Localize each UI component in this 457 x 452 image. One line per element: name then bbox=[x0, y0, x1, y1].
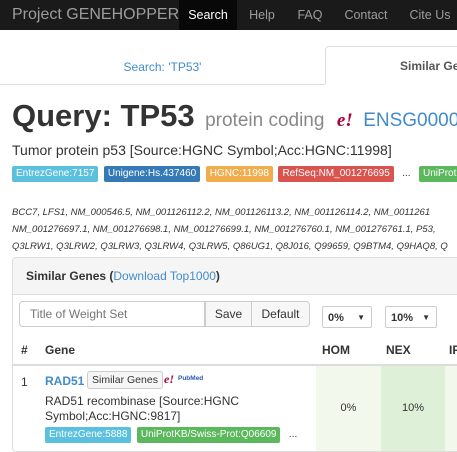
ensembl-link-icon[interactable]: e! bbox=[164, 372, 174, 387]
navbar: Project GENEHOPPER Search Help FAQ Conta… bbox=[0, 0, 457, 30]
query-heading: Query: TP53 protein coding e! ENSG00000 bbox=[12, 98, 457, 134]
default-button[interactable]: Default bbox=[251, 301, 310, 327]
nav-help[interactable]: Help bbox=[239, 0, 285, 30]
table-row: 1 RAD51 Similar Genes e! PubMed RAD51 re… bbox=[13, 366, 457, 451]
synonyms-line: BCC7, LFS1, NM_000546.5, NM_001126112.2,… bbox=[12, 207, 431, 218]
ensembl-id-link[interactable]: ENSG00000 bbox=[363, 110, 457, 131]
panel-title-text: Similar Genes bbox=[26, 269, 107, 283]
tab-search[interactable]: Search: 'TP53' bbox=[0, 50, 325, 84]
hom-weight-value: 0% bbox=[328, 312, 344, 324]
nav-faq[interactable]: FAQ bbox=[287, 0, 333, 30]
table-header: # Gene HOM NEX IP bbox=[13, 338, 457, 366]
synonyms-line: Q3LRW1, Q3LRW2, Q3LRW3, Q3LRW4, Q3LRW5, … bbox=[12, 241, 448, 252]
gene-link[interactable]: RAD51 bbox=[45, 374, 84, 388]
badge-more[interactable]: ... bbox=[286, 427, 300, 443]
badge-entrezgene[interactable]: EntrezGene:5888 bbox=[45, 427, 132, 443]
column-header-gene[interactable]: Gene bbox=[45, 343, 75, 357]
page-title: Query: TP53 bbox=[12, 98, 195, 133]
badge-uniprot[interactable]: UniProtKB bbox=[419, 166, 457, 182]
badge-refseq[interactable]: RefSeq:NM_001276695 bbox=[278, 166, 394, 182]
row-badges: EntrezGene:5888 UniProtKB/Swiss-Prot:Q06… bbox=[45, 427, 301, 445]
synonyms-line: NM_001276697.1, NM_001276698.1, NM_00127… bbox=[12, 224, 436, 235]
badge-more[interactable]: ... bbox=[399, 166, 413, 182]
panel-title: Similar Genes (Download Top1000) bbox=[26, 269, 220, 283]
weight-set-title-input[interactable] bbox=[19, 301, 205, 327]
similar-genes-button[interactable]: Similar Genes bbox=[87, 371, 163, 389]
panel-header: Similar Genes (Download Top1000) bbox=[13, 258, 457, 295]
row-rank: 1 bbox=[21, 375, 28, 389]
chevron-down-icon: ▼ bbox=[422, 313, 430, 322]
ip-score bbox=[445, 366, 457, 451]
row-gene-description: RAD51 recombinase [Source:HGNC Symbol;Ac… bbox=[45, 394, 240, 423]
column-header-ip[interactable]: IP bbox=[449, 343, 457, 357]
nex-score: 10% bbox=[381, 366, 445, 451]
chevron-down-icon: ▼ bbox=[357, 313, 365, 322]
hom-weight-select[interactable]: 0% ▼ bbox=[322, 306, 372, 328]
ensembl-logo-icon: e! bbox=[336, 110, 353, 131]
result-tabs: Search: 'TP53' Similar Ge bbox=[0, 30, 457, 85]
badge-uniprot[interactable]: UniProtKB/Swiss-Prot:Q06609 bbox=[136, 427, 281, 443]
download-top1000-link[interactable]: Download Top1000 bbox=[113, 269, 216, 283]
badge-entrezgene[interactable]: EntrezGene:7157 bbox=[12, 166, 99, 182]
similar-genes-panel: Similar Genes (Download Top1000) Save De… bbox=[12, 257, 457, 452]
nav-cite-us[interactable]: Cite Us bbox=[399, 0, 457, 30]
nex-weight-select[interactable]: 10% ▼ bbox=[385, 306, 437, 328]
gene-description: Tumor protein p53 [Source:HGNC Symbol;Ac… bbox=[12, 142, 392, 158]
save-button[interactable]: Save bbox=[205, 301, 252, 327]
nex-weight-value: 10% bbox=[391, 312, 414, 324]
brand-link[interactable]: Project GENEHOPPER bbox=[12, 6, 179, 24]
column-header-hom[interactable]: HOM bbox=[322, 343, 350, 357]
synonyms-list: BCC7, LFS1, NM_000546.5, NM_001126112.2,… bbox=[12, 204, 457, 255]
badge-unigene[interactable]: Unigene:Hs.437460 bbox=[103, 166, 201, 182]
query-badges: EntrezGene:7157 Unigene:Hs.437460 HGNC:1… bbox=[12, 166, 457, 184]
badge-hgnc[interactable]: HGNC:11998 bbox=[205, 166, 273, 182]
column-header-nex[interactable]: NEX bbox=[386, 343, 411, 357]
gene-type: protein coding bbox=[205, 110, 325, 131]
hom-score: 0% bbox=[316, 366, 381, 451]
tab-similar-genes[interactable]: Similar Ge bbox=[325, 46, 457, 85]
column-header-rank: # bbox=[21, 343, 28, 357]
pubmed-link-icon[interactable]: PubMed bbox=[178, 375, 203, 382]
nav-contact[interactable]: Contact bbox=[334, 0, 398, 30]
nav-search[interactable]: Search bbox=[179, 0, 237, 30]
